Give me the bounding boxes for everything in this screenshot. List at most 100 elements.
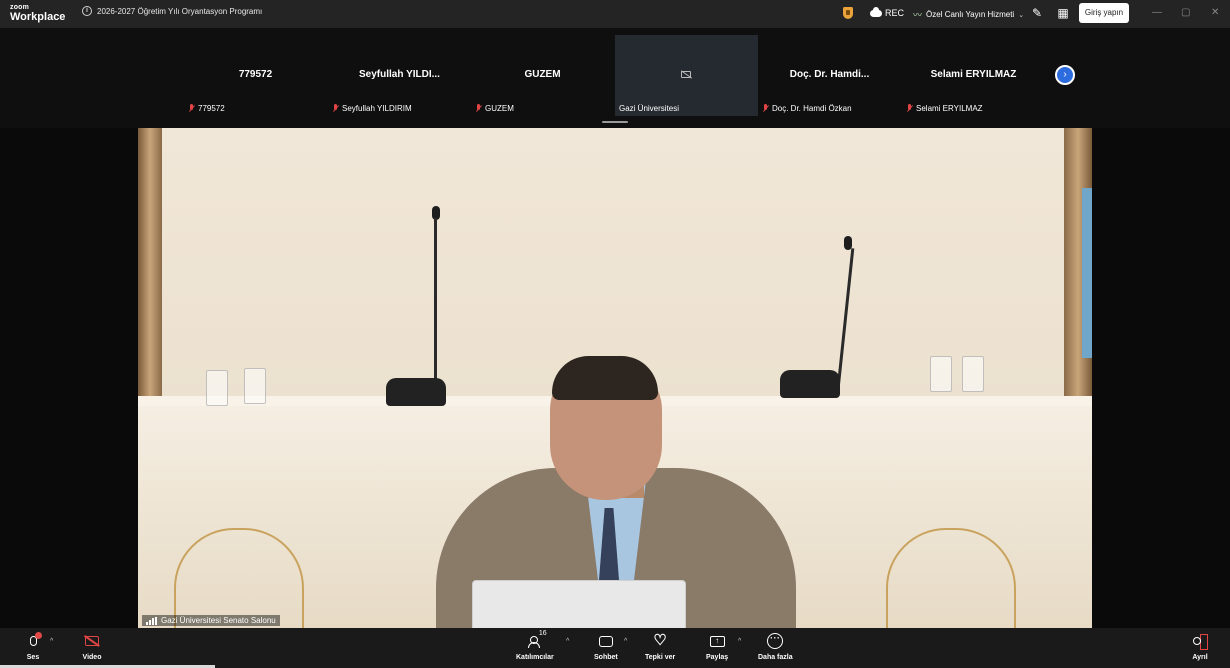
- meeting-title: 2026-2027 Öğretim Yılı Oryantasyon Progr…: [97, 6, 263, 16]
- participant-name: Gazi Üniversitesi: [619, 104, 680, 113]
- heart-icon: ♡: [653, 632, 667, 649]
- rec-label: REC: [885, 8, 905, 18]
- chevron-right-icon: ›: [1063, 69, 1067, 80]
- participants-options-caret-icon[interactable]: ^: [566, 638, 569, 645]
- next-page-button[interactable]: ›: [1055, 65, 1075, 85]
- participant-tile[interactable]: Doç. Dr. Hamdi... Doç. Dr. Hamdi Özkan: [758, 35, 901, 116]
- signal-strength-icon: [146, 616, 157, 625]
- participant-name-tag: GUZEM: [475, 104, 514, 113]
- sign-in-button[interactable]: Giriş yapın: [1079, 3, 1129, 23]
- leave-button[interactable]: Ayrıl: [1190, 632, 1210, 661]
- leave-door-icon: [1193, 634, 1208, 650]
- reactions-label: Tepki ver: [645, 654, 676, 661]
- security-shield-icon[interactable]: [843, 7, 853, 19]
- meeting-toolbar: Ses ^ Video 16 Katılımcılar ^ Sohbet ^ ♡…: [0, 628, 1230, 668]
- maximize-icon[interactable]: ▢: [1181, 7, 1190, 18]
- apps-grid-icon[interactable]: ▦: [1056, 6, 1070, 20]
- info-icon[interactable]: i: [82, 6, 92, 16]
- participant-name: 779572: [198, 104, 225, 113]
- participant-tile[interactable]: GUZEM GUZEM: [471, 35, 614, 116]
- leave-label: Ayrıl: [1192, 654, 1208, 661]
- microphone-stand: [434, 218, 437, 388]
- title-bar: zoom Workplace i 2026-2027 Öğretim Yılı …: [0, 0, 1230, 28]
- cloud-recording-indicator[interactable]: REC: [870, 6, 905, 18]
- live-streaming-dropdown[interactable]: 〰 Özel Canlı Yayın Hizmeti ⌄: [913, 8, 1024, 21]
- participant-tile[interactable]: Selami ERYILMAZ Selami ERYILMAZ: [902, 35, 1045, 116]
- video-off-icon: [85, 636, 99, 646]
- video-label: Video: [82, 654, 102, 661]
- participants-icon: [527, 636, 542, 648]
- broadcast-icon: 〰: [913, 10, 923, 20]
- chevron-down-icon: ⌄: [1018, 11, 1025, 19]
- mic-muted-icon: [906, 104, 913, 113]
- microphone-base: [386, 378, 446, 406]
- desk-ornament: [886, 528, 1016, 628]
- strip-scroll-indicator[interactable]: [602, 121, 628, 123]
- camera-off-icon: [681, 71, 691, 78]
- share-options-caret-icon[interactable]: ^: [738, 638, 741, 645]
- cloud-icon: [870, 6, 882, 17]
- mic-muted-icon: [188, 104, 195, 113]
- share-label: Paylaş: [706, 654, 729, 661]
- speaker-hair: [552, 356, 658, 400]
- mic-muted-icon: [762, 104, 769, 113]
- participant-strip: 779572 779572 Seyfullah YILDI... Seyfull…: [0, 28, 1230, 128]
- participants-label: Katılımcılar: [516, 654, 554, 661]
- zoom-workplace-logo: zoom Workplace: [10, 4, 65, 23]
- live-streaming-label: Özel Canlı Yayın Hizmeti: [926, 10, 1015, 19]
- flag: [1082, 188, 1092, 358]
- participant-tile-active[interactable]: Gazi Üniversitesi: [615, 35, 758, 116]
- participant-tile[interactable]: 779572 779572: [184, 35, 327, 116]
- water-glass: [962, 356, 984, 392]
- desk-ornament: [174, 528, 304, 628]
- participant-name-tag: 779572: [188, 104, 225, 113]
- reactions-button[interactable]: ♡ Tepki ver: [645, 632, 676, 662]
- participant-display-name: GUZEM: [524, 69, 561, 80]
- close-icon[interactable]: ✕: [1211, 7, 1219, 18]
- more-button[interactable]: ··· Daha fazla: [758, 632, 793, 661]
- share-button[interactable]: ↑ Paylaş: [706, 632, 728, 661]
- participant-name-tag: Seyfullah YILDIRIM: [332, 104, 412, 113]
- mic-muted-icon: [332, 104, 339, 113]
- chat-bubble-icon: [598, 635, 613, 647]
- audio-label: Ses: [26, 654, 40, 661]
- chat-options-caret-icon[interactable]: ^: [624, 638, 627, 645]
- water-glass: [930, 356, 952, 392]
- participant-name-tag: Gazi Üniversitesi: [619, 104, 679, 113]
- audio-button[interactable]: Ses: [23, 632, 43, 661]
- more-dots-icon: ···: [767, 633, 784, 649]
- logo-big-text: Workplace: [10, 11, 66, 23]
- mic-muted-icon: [475, 104, 482, 113]
- participant-name: Doç. Dr. Hamdi Özkan: [772, 104, 852, 113]
- microphone-base: [780, 370, 840, 398]
- water-glass: [206, 370, 228, 406]
- annotate-pencil-icon[interactable]: ✎: [1030, 6, 1044, 20]
- video-source-name: Gazi Üniversitesi Senato Salonu: [161, 616, 276, 625]
- minimize-icon[interactable]: —: [1152, 7, 1162, 18]
- participant-tile[interactable]: Seyfullah YILDI... Seyfullah YILDIRIM: [328, 35, 471, 116]
- share-screen-icon: ↑: [709, 635, 725, 647]
- zoom-window: zoom Workplace i 2026-2027 Öğretim Yılı …: [0, 0, 1230, 668]
- audio-options-caret-icon[interactable]: ^: [50, 638, 53, 645]
- water-glass: [244, 368, 266, 404]
- participant-name: Seyfullah YILDIRIM: [342, 104, 412, 113]
- participant-name-tag: Selami ERYILMAZ: [906, 104, 983, 113]
- participant-name: Selami ERYILMAZ: [916, 104, 983, 113]
- alert-dot-icon: [35, 632, 42, 639]
- participants-button[interactable]: 16 Katılımcılar: [516, 630, 554, 661]
- participants-count: 16: [538, 630, 547, 637]
- meeting-info[interactable]: i 2026-2027 Öğretim Yılı Oryantasyon Pro…: [82, 6, 262, 16]
- participant-display-name: 779572: [238, 69, 273, 80]
- more-label: Daha fazla: [758, 654, 793, 661]
- participant-display-name: Seyfullah YILDI...: [359, 69, 440, 80]
- main-video: Gazi Üniversitesi Senato Salonu: [138, 128, 1092, 628]
- participant-display-name: Doç. Dr. Hamdi...: [789, 69, 870, 80]
- laptop: [472, 580, 686, 628]
- logo-small-text: zoom: [10, 4, 30, 11]
- video-name-label: Gazi Üniversitesi Senato Salonu: [142, 615, 280, 626]
- participant-name: GUZEM: [485, 104, 514, 113]
- chat-button[interactable]: Sohbet: [594, 632, 618, 661]
- participant-display-name: Selami ERYILMAZ: [930, 69, 1017, 80]
- participant-name-tag: Doç. Dr. Hamdi Özkan: [762, 104, 852, 113]
- video-button[interactable]: Video: [82, 632, 102, 661]
